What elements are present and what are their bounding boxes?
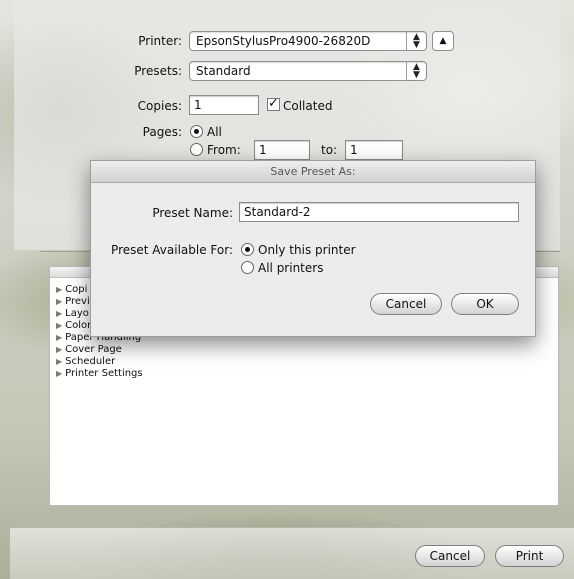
disclosure-triangle-right-icon: ▶ xyxy=(56,369,63,378)
footer-bar xyxy=(10,527,574,579)
printer-label: Printer: xyxy=(138,34,182,48)
presets-popup[interactable]: Standard ▲ ▼ xyxy=(189,61,427,81)
collated-label: Collated xyxy=(283,99,333,113)
cancel-button[interactable]: Cancel xyxy=(415,545,485,567)
list-item[interactable]: ▶ Printer Settings xyxy=(56,368,143,380)
dialog-title: Save Preset As: xyxy=(91,161,535,183)
all-printers-radio[interactable] xyxy=(241,261,254,274)
preset-name-label: Preset Name: xyxy=(152,206,233,220)
pages-all-label: All xyxy=(207,125,222,139)
pages-to-label: to: xyxy=(321,143,338,157)
list-item[interactable]: ▶ Scheduler xyxy=(56,356,115,368)
presets-label: Presets: xyxy=(134,64,182,78)
pages-label: Pages: xyxy=(142,125,182,139)
pages-from-label: From: xyxy=(207,143,241,157)
list-item-label: Cover Page xyxy=(65,344,122,355)
copies-label: Copies: xyxy=(137,99,182,113)
print-button[interactable]: Print xyxy=(495,545,564,567)
only-this-printer-label: Only this printer xyxy=(258,243,356,257)
updown-arrows-icon: ▲ ▼ xyxy=(406,61,426,81)
available-for-label: Preset Available For: xyxy=(111,243,233,257)
disclosure-triangle-right-icon: ▶ xyxy=(56,321,63,330)
list-item-label: Layo xyxy=(65,308,89,319)
list-item-label: Previ xyxy=(65,296,90,307)
list-item[interactable]: ▶ Cover Page xyxy=(56,344,122,356)
list-item[interactable]: ▶ Copi xyxy=(56,284,87,296)
only-this-printer-radio[interactable] xyxy=(241,243,254,256)
pages-from-radio[interactable] xyxy=(190,143,203,156)
list-item-label: Copi xyxy=(65,284,88,295)
preset-name-field[interactable]: Standard-2 xyxy=(239,202,519,222)
all-printers-label: All printers xyxy=(258,261,324,275)
dialog-ok-button[interactable]: OK xyxy=(451,293,519,315)
collated-checkbox[interactable]: ✓ xyxy=(267,97,280,111)
updown-arrows-icon: ▲ ▼ xyxy=(406,31,426,51)
pages-all-radio[interactable] xyxy=(190,125,203,138)
printer-value: EpsonStylusPro4900-26820D xyxy=(196,34,371,48)
list-item-label: Scheduler xyxy=(65,356,116,367)
list-item[interactable]: ▶ Previ xyxy=(56,296,90,308)
pages-to-field[interactable]: 1 xyxy=(345,140,403,160)
save-preset-dialog: Save Preset As: Preset Name: Standard-2 … xyxy=(90,160,536,337)
presets-value: Standard xyxy=(196,64,251,78)
disclosure-triangle-right-icon: ▶ xyxy=(56,357,63,366)
disclosure-triangle-right-icon: ▶ xyxy=(56,297,63,306)
list-item-label: Printer Settings xyxy=(65,368,143,379)
disclosure-triangle-up-icon[interactable]: ▲ xyxy=(432,31,454,51)
pages-from-field[interactable]: 1 xyxy=(254,140,310,160)
disclosure-triangle-right-icon: ▶ xyxy=(56,309,63,318)
printer-popup[interactable]: EpsonStylusPro4900-26820D ▲ ▼ xyxy=(189,31,427,51)
disclosure-triangle-right-icon: ▶ xyxy=(56,285,63,294)
dialog-cancel-button[interactable]: Cancel xyxy=(370,293,442,315)
divider xyxy=(40,251,90,252)
list-item[interactable]: ▶ Layo xyxy=(56,308,89,320)
copies-field[interactable]: 1 xyxy=(189,95,259,115)
disclosure-triangle-right-icon: ▶ xyxy=(56,333,63,342)
disclosure-triangle-right-icon: ▶ xyxy=(56,345,63,354)
divider xyxy=(536,251,560,252)
